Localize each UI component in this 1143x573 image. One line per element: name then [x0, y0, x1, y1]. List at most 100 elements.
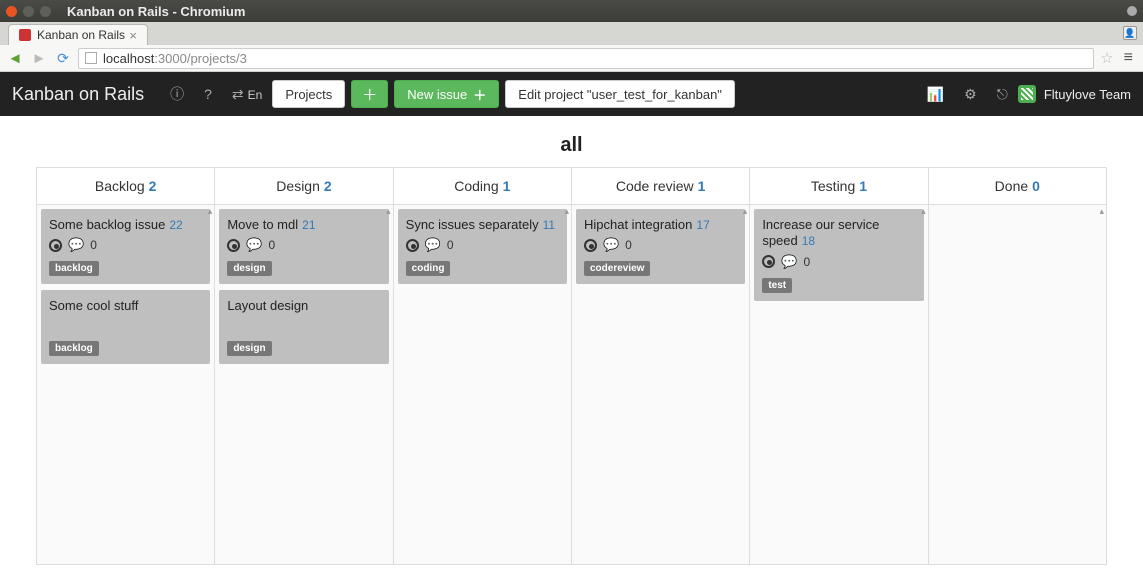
page-icon: [85, 52, 97, 64]
browser-tab-strip: Kanban on Rails ×: [0, 22, 1143, 45]
column-head-codereview[interactable]: Code review1: [572, 168, 750, 204]
plus-icon: ＋: [473, 85, 486, 104]
back-button[interactable]: ◄: [6, 49, 24, 67]
card[interactable]: Some backlog issue22 💬0 backlog: [41, 209, 210, 284]
edit-project-button[interactable]: Edit project "user_test_for_kanban": [505, 80, 735, 108]
github-icon: [584, 239, 597, 252]
address-bar[interactable]: localhost:3000/projects/3: [78, 48, 1094, 69]
github-icon: [49, 239, 62, 252]
window-title: Kanban on Rails - Chromium: [67, 4, 245, 19]
forward-button[interactable]: ►: [30, 49, 48, 67]
projects-label: Projects: [285, 87, 332, 102]
column-head-coding[interactable]: Coding1: [394, 168, 572, 204]
column-head-backlog[interactable]: Backlog2: [37, 168, 215, 204]
github-icon: [762, 255, 775, 268]
column-backlog[interactable]: ▴ Some backlog issue22 💬0 backlog Some c…: [37, 205, 215, 564]
tab-close-icon[interactable]: ×: [129, 29, 137, 42]
comment-count: 0: [625, 238, 632, 252]
window-titlebar: Kanban on Rails - Chromium: [0, 0, 1143, 22]
browser-menu-icon[interactable]: ≡: [1120, 49, 1137, 67]
column-done[interactable]: ▴: [929, 205, 1106, 564]
comment-icon: 💬: [246, 237, 262, 253]
url-host: localhost: [103, 51, 154, 66]
scroll-indicator-icon: ▴: [208, 207, 213, 216]
favicon-icon: [19, 29, 31, 41]
card-tag: backlog: [49, 341, 99, 356]
dashboard-icon[interactable]: 📊: [927, 86, 944, 103]
scroll-indicator-icon: ▴: [743, 207, 748, 216]
card-tag: design: [227, 261, 271, 276]
comment-icon: 💬: [603, 237, 619, 253]
scroll-indicator-icon: ▴: [1099, 207, 1104, 216]
card[interactable]: Sync issues separately11 💬0 coding: [398, 209, 567, 284]
edit-project-label: Edit project "user_test_for_kanban": [518, 87, 722, 102]
card-tag: design: [227, 341, 271, 356]
card[interactable]: Some cool stuff backlog: [41, 290, 210, 363]
column-head-testing[interactable]: Testing1: [750, 168, 928, 204]
card-meta: 💬0: [762, 254, 915, 270]
team-avatar-icon[interactable]: [1018, 85, 1036, 103]
settings-icon[interactable]: ⚙: [964, 86, 977, 103]
scroll-indicator-icon: ▴: [386, 207, 391, 216]
column-head-design[interactable]: Design2: [215, 168, 393, 204]
column-head-done[interactable]: Done0: [929, 168, 1106, 204]
logout-icon[interactable]: ⎋: [997, 86, 1008, 103]
board: all Backlog2 Design2 Coding1 Code review…: [0, 116, 1143, 565]
column-testing[interactable]: ▴ Increase our service speed18 💬0 test: [750, 205, 928, 564]
brand[interactable]: Kanban on Rails: [12, 84, 144, 105]
column-codereview[interactable]: ▴ Hipchat integration17 💬0 codereview: [572, 205, 750, 564]
column-design[interactable]: ▴ Move to mdl21 💬0 design Layout design …: [215, 205, 393, 564]
scroll-indicator-icon: ▴: [921, 207, 926, 216]
board-title: all: [36, 134, 1107, 157]
card[interactable]: Move to mdl21 💬0 design: [219, 209, 388, 284]
reload-button[interactable]: ⟳: [54, 49, 72, 67]
github-icon: [406, 239, 419, 252]
comment-count: 0: [804, 255, 811, 269]
scroll-indicator-icon: ▴: [564, 207, 569, 216]
card[interactable]: Hipchat integration17 💬0 codereview: [576, 209, 745, 284]
browser-tab[interactable]: Kanban on Rails ×: [8, 24, 148, 45]
projects-button[interactable]: Projects: [272, 80, 345, 108]
columns-header: Backlog2 Design2 Coding1 Code review1 Te…: [36, 167, 1107, 205]
card-title: Some backlog issue22: [49, 217, 202, 233]
browser-tab-label: Kanban on Rails: [37, 28, 125, 42]
card[interactable]: Layout design design: [219, 290, 388, 363]
comment-count: 0: [269, 238, 276, 252]
card-meta: 💬0: [227, 237, 380, 253]
card-title: Layout design: [227, 298, 380, 314]
card-title: Hipchat integration17: [584, 217, 737, 233]
session-indicator-icon: [1127, 6, 1137, 16]
language-icon[interactable]: ⇄En: [232, 86, 262, 103]
card[interactable]: Increase our service speed18 💬0 test: [754, 209, 923, 301]
column-coding[interactable]: ▴ Sync issues separately11 💬0 coding: [394, 205, 572, 564]
info-icon[interactable]: ⓘ: [170, 84, 184, 104]
comment-icon: 💬: [68, 237, 84, 253]
card-title: Increase our service speed18: [762, 217, 915, 250]
columns-body: ▴ Some backlog issue22 💬0 backlog Some c…: [36, 205, 1107, 565]
window-close-icon[interactable]: [6, 6, 17, 17]
new-issue-button[interactable]: New issue ＋: [394, 80, 499, 108]
bookmark-star-icon[interactable]: ☆: [1100, 49, 1113, 67]
window-minimize-icon[interactable]: [23, 6, 34, 17]
new-issue-label: New issue: [407, 87, 467, 102]
browser-toolbar: ◄ ► ⟳ localhost:3000/projects/3 ☆ ≡: [0, 45, 1143, 72]
window-maximize-icon[interactable]: [40, 6, 51, 17]
language-label: En: [248, 88, 263, 102]
card-title: Some cool stuff: [49, 298, 202, 314]
card-title: Move to mdl21: [227, 217, 380, 233]
card-meta: 💬0: [584, 237, 737, 253]
url-path: :3000/projects/3: [154, 51, 247, 66]
card-meta: 💬0: [49, 237, 202, 253]
team-name[interactable]: Fltuylove Team: [1044, 87, 1131, 102]
card-tag: coding: [406, 261, 451, 276]
comment-count: 0: [90, 238, 97, 252]
card-tag: backlog: [49, 261, 99, 276]
card-meta: 💬0: [406, 237, 559, 253]
help-icon[interactable]: ?: [204, 86, 212, 102]
comment-icon: 💬: [781, 254, 797, 270]
github-icon: [227, 239, 240, 252]
add-project-button[interactable]: ＋: [351, 80, 388, 108]
card-title: Sync issues separately11: [406, 217, 559, 233]
profile-icon[interactable]: 👤: [1123, 26, 1137, 40]
card-tag: codereview: [584, 261, 650, 276]
